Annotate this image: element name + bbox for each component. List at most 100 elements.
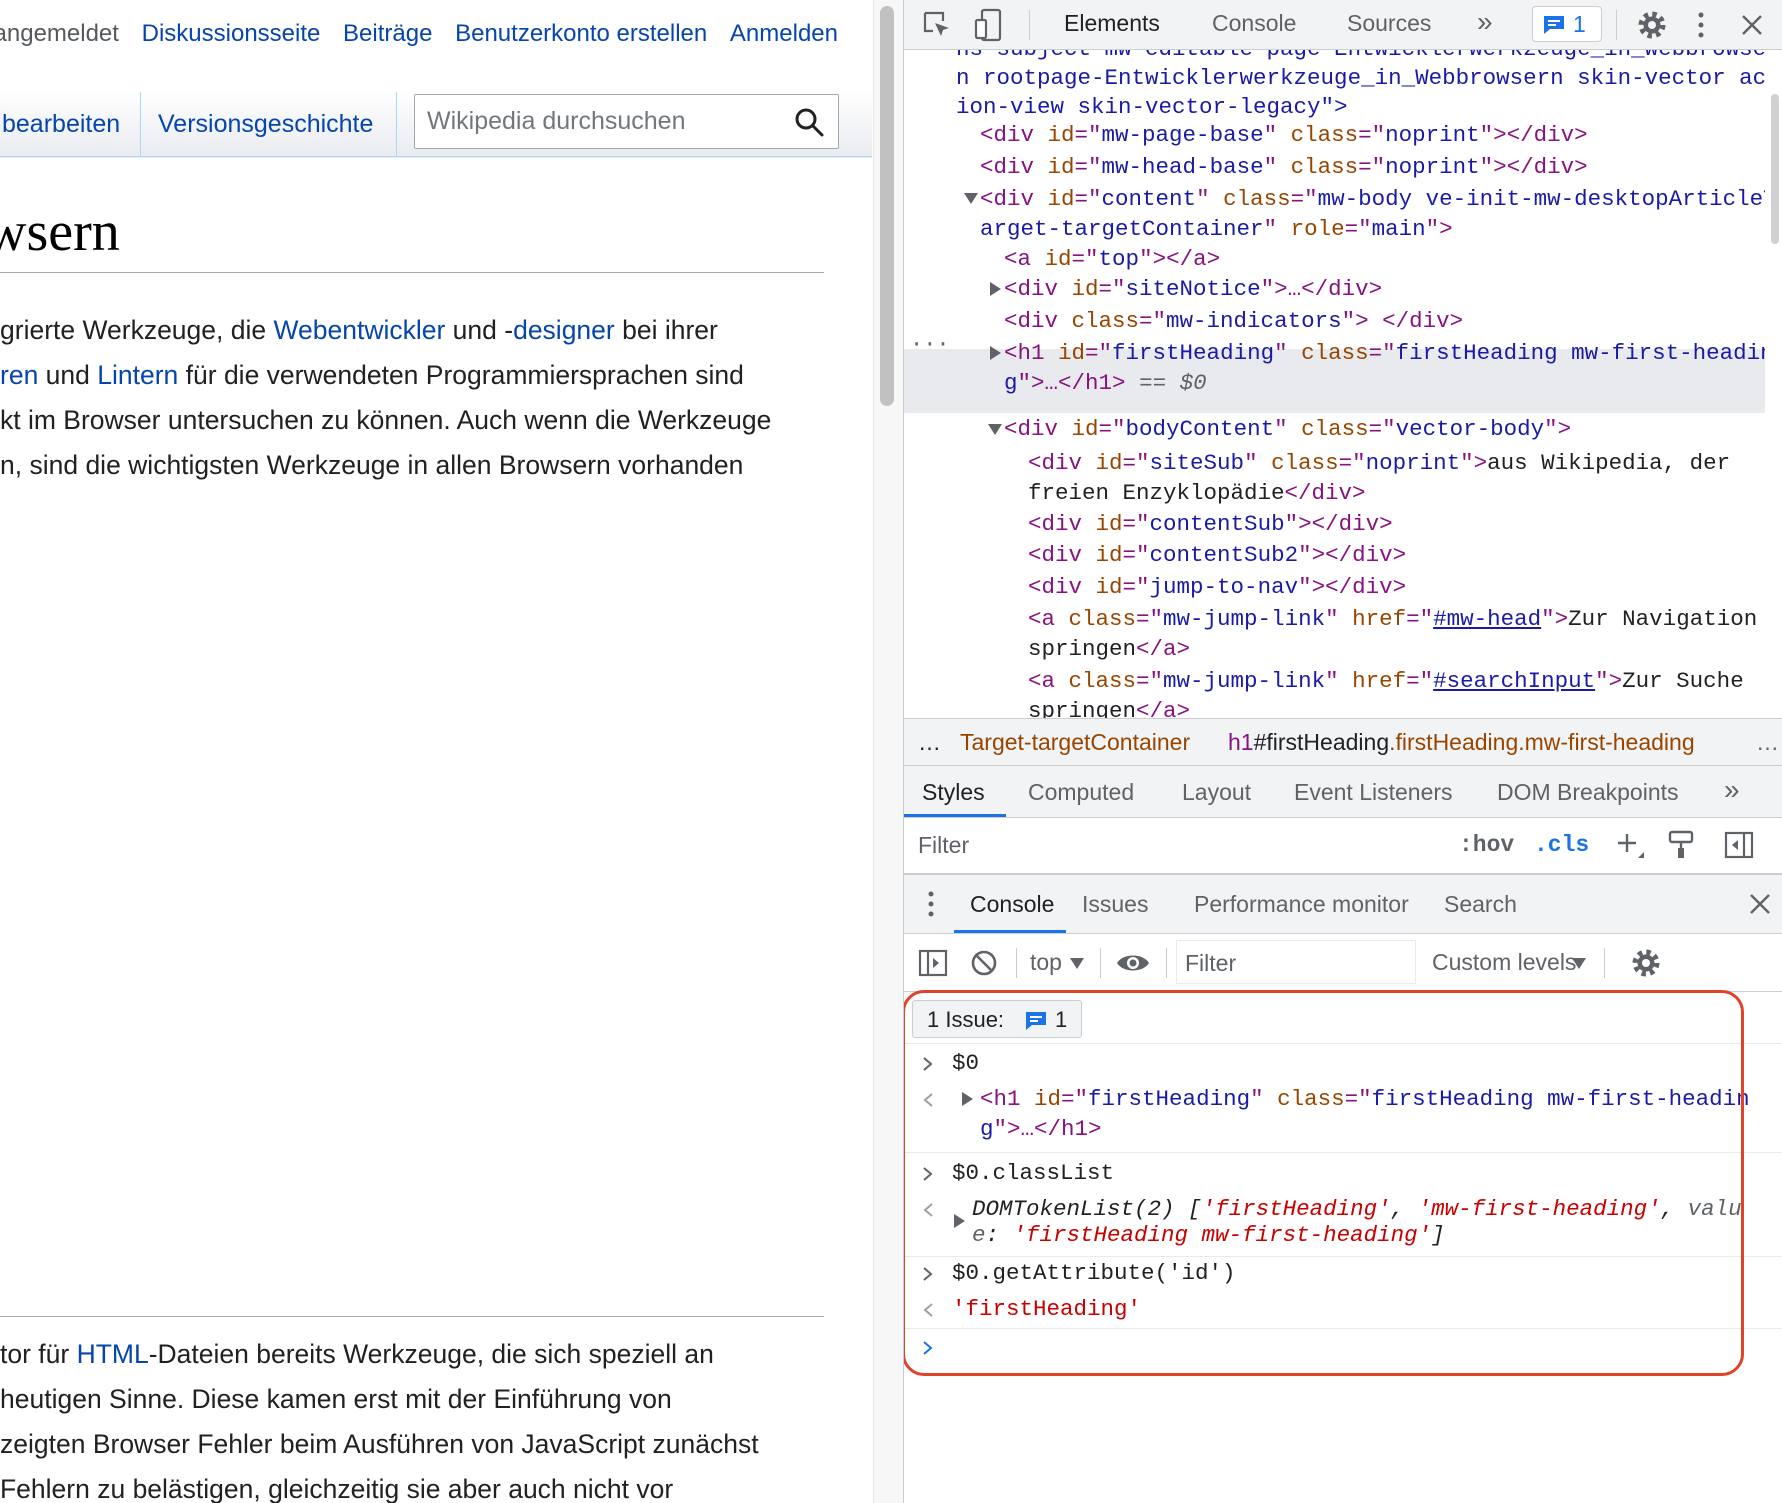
tab-elements[interactable]: Elements bbox=[1064, 10, 1160, 37]
tab-layout[interactable]: Layout bbox=[1182, 779, 1251, 806]
chevron-down-icon[interactable] bbox=[1572, 958, 1586, 970]
chevron-down-icon[interactable] bbox=[1070, 958, 1084, 970]
drawer-tab-console[interactable]: Console bbox=[970, 891, 1054, 918]
clear-console-icon[interactable] bbox=[970, 949, 998, 977]
dom-node-jump-to-nav[interactable]: <div id="jump-to-nav"></div> bbox=[1028, 574, 1406, 600]
dom-line: ns-subject mw-editable page-Entwicklerwe… bbox=[956, 50, 1780, 62]
breadcrumb-ellipsis[interactable]: … bbox=[1756, 729, 1779, 756]
close-drawer-icon[interactable] bbox=[1749, 893, 1771, 915]
console-filter-input[interactable]: Filter bbox=[1176, 940, 1416, 984]
close-devtools-icon[interactable] bbox=[1740, 13, 1764, 37]
search-icon[interactable] bbox=[794, 107, 824, 137]
dom-node-top-anchor[interactable]: <a id="top"></a> bbox=[1004, 246, 1220, 272]
tab-sources[interactable]: Sources bbox=[1347, 10, 1431, 37]
breadcrumb-item-selected[interactable]: h1#firstHeading.firstHeading.mw-first-he… bbox=[1228, 729, 1695, 756]
drawer-tab-issues[interactable]: Issues bbox=[1082, 891, 1148, 918]
tab-history[interactable]: Versionsgeschichte bbox=[158, 110, 373, 139]
dom-line: freien Enzyklopädie</div> bbox=[1028, 480, 1366, 506]
live-expression-eye-icon[interactable] bbox=[1116, 952, 1150, 974]
href-link[interactable]: #mw-head bbox=[1433, 606, 1541, 632]
expand-arrow-right-icon[interactable] bbox=[990, 282, 1002, 296]
breadcrumb-ellipsis[interactable]: … bbox=[918, 729, 941, 756]
dom-scrollbar-thumb[interactable] bbox=[1771, 94, 1779, 244]
link-designer[interactable]: designer bbox=[513, 315, 615, 345]
hov-toggle-button[interactable]: :hov bbox=[1459, 832, 1514, 858]
dom-line: springen</a> bbox=[1028, 698, 1191, 718]
dom-node-jump-link-search[interactable]: <a class="mw-jump-link" href="#searchInp… bbox=[1028, 668, 1744, 694]
search-input[interactable]: Wikipedia durchsuchen bbox=[414, 94, 839, 149]
more-tabs-icon[interactable]: » bbox=[1477, 6, 1493, 38]
devtools-toolbar: Elements Console Sources » 1 bbox=[904, 0, 1782, 50]
styles-filter-bar: Filter :hov .cls bbox=[904, 818, 1782, 874]
cls-toggle-button[interactable]: .cls bbox=[1534, 832, 1589, 858]
expand-arrow-down-icon[interactable] bbox=[988, 424, 1002, 436]
href-link[interactable]: #searchInput bbox=[1433, 668, 1595, 694]
intro-line: grierte Werkzeuge, die Webentwickler und… bbox=[0, 315, 718, 345]
tab-styles[interactable]: Styles bbox=[922, 779, 985, 806]
dom-node-indicators[interactable]: <div class="mw-indicators"> </div> bbox=[1004, 308, 1463, 334]
settings-gear-icon[interactable] bbox=[1636, 9, 1668, 41]
toggle-sidebar-icon[interactable] bbox=[1724, 831, 1754, 859]
tab-event-listeners[interactable]: Event Listeners bbox=[1294, 779, 1453, 806]
link-webentwickler[interactable]: Webentwickler bbox=[273, 315, 445, 345]
log-levels-dropdown[interactable]: Custom levels bbox=[1432, 949, 1576, 976]
dom-node-head-base[interactable]: <div id="mw-head-base" class="noprint"><… bbox=[980, 154, 1588, 180]
dom-node-bodycontent[interactable]: <div id="bodyContent" class="vector-body… bbox=[1004, 416, 1571, 442]
inspect-element-icon[interactable] bbox=[922, 10, 952, 40]
breadcrumb: … Target-targetContainer h1#firstHeading… bbox=[904, 718, 1782, 766]
drawer-tab-performance-monitor[interactable]: Performance monitor bbox=[1194, 891, 1409, 918]
search-placeholder: Wikipedia durchsuchen bbox=[427, 107, 686, 135]
issues-badge-button[interactable]: 1 bbox=[1532, 6, 1602, 42]
drawer-menu-icon[interactable] bbox=[926, 889, 936, 919]
tab-console[interactable]: Console bbox=[1212, 10, 1296, 37]
login-link[interactable]: Anmelden bbox=[730, 20, 838, 47]
console-settings-gear-icon[interactable] bbox=[1630, 947, 1662, 979]
dom-node-contentsub2[interactable]: <div id="contentSub2"></div> bbox=[1028, 542, 1406, 568]
section-line: Fehlern zu belästigen, gleichzeitig sie … bbox=[0, 1474, 674, 1503]
dom-node-sitesub[interactable]: <div id="siteSub" class="noprint">aus Wi… bbox=[1028, 450, 1730, 476]
console-filter-placeholder: Filter bbox=[1185, 950, 1237, 976]
paint-roller-icon[interactable] bbox=[1668, 830, 1694, 860]
active-tab-indicator bbox=[954, 930, 1066, 933]
expand-arrow-right-icon[interactable] bbox=[990, 346, 1002, 360]
dom-node-contentsub[interactable]: <div id="contentSub"></div> bbox=[1028, 511, 1393, 537]
tab-divider bbox=[396, 92, 397, 156]
create-account-link[interactable]: Benutzerkonto erstellen bbox=[455, 20, 707, 47]
context-selector[interactable]: top bbox=[1030, 949, 1062, 976]
link-html[interactable]: HTML bbox=[77, 1339, 149, 1369]
dom-node-h1-selected[interactable]: <h1 id="firstHeading" class="firstHeadin… bbox=[1004, 340, 1774, 366]
expand-arrow-down-icon[interactable] bbox=[964, 193, 978, 205]
toolbar-divider bbox=[1616, 10, 1617, 40]
message-icon bbox=[1544, 16, 1564, 34]
node-actions-ellipsis[interactable]: ··· bbox=[910, 332, 950, 357]
talk-link[interactable]: Diskussionsseite bbox=[142, 20, 321, 47]
tab-dom-breakpoints[interactable]: DOM Breakpoints bbox=[1497, 779, 1679, 806]
tab-computed[interactable]: Computed bbox=[1028, 779, 1134, 806]
page-scrollbar-thumb[interactable] bbox=[880, 6, 894, 406]
console-sidebar-icon[interactable] bbox=[918, 949, 948, 977]
section-line: tor für HTML-Dateien bereits Werkzeuge, … bbox=[0, 1339, 714, 1369]
dom-node-jump-link-nav[interactable]: <a class="mw-jump-link" href="#mw-head">… bbox=[1028, 606, 1757, 632]
add-style-rule-icon[interactable] bbox=[1616, 832, 1644, 860]
intro-line: ren und Lintern für die verwendeten Prog… bbox=[0, 360, 744, 390]
tab-divider bbox=[140, 92, 141, 156]
breadcrumb-item[interactable]: Target-targetContainer bbox=[960, 729, 1190, 756]
page-title: wsern bbox=[0, 201, 120, 263]
link-lintern[interactable]: Lintern bbox=[97, 360, 178, 390]
tab-edit[interactable]: bearbeiten bbox=[2, 110, 120, 139]
drawer-tab-search[interactable]: Search bbox=[1444, 891, 1517, 918]
more-options-icon[interactable] bbox=[1696, 10, 1706, 40]
dom-node-page-base[interactable]: <div id="mw-page-base" class="noprint"><… bbox=[980, 122, 1588, 148]
section-line: zeigten Browser Fehler beim Ausführen vo… bbox=[0, 1429, 759, 1459]
dom-node-sitenotice[interactable]: <div id="siteNotice">…</div> bbox=[1004, 276, 1382, 302]
link-debuggern[interactable]: ren bbox=[0, 360, 38, 390]
dom-tree[interactable]: ns-subject mw-editable page-Entwicklerwe… bbox=[904, 50, 1782, 718]
more-tabs-icon[interactable]: » bbox=[1724, 774, 1740, 806]
device-toolbar-icon[interactable] bbox=[974, 8, 1004, 42]
contributions-link[interactable]: Beiträge bbox=[343, 20, 432, 47]
dom-node-content[interactable]: <div id="content" class="mw-body ve-init… bbox=[980, 186, 1777, 212]
not-logged-in-text: t angemeldet bbox=[0, 20, 119, 47]
toolbar-divider bbox=[1016, 948, 1017, 978]
styles-filter-input[interactable]: Filter bbox=[918, 832, 969, 859]
toolbar-divider bbox=[1029, 10, 1030, 40]
